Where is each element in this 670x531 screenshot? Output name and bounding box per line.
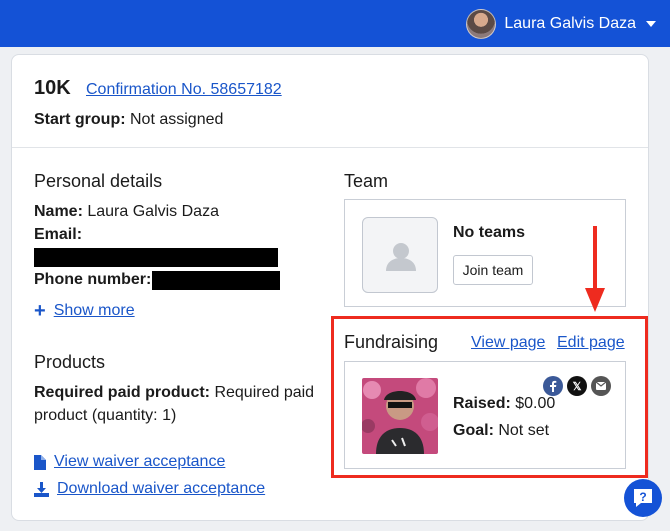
phone-redaction	[152, 271, 280, 290]
start-group: Start group: Not assigned	[34, 111, 223, 129]
join-team-button[interactable]: Join team	[453, 255, 533, 285]
show-more-label: Show more	[53, 302, 135, 319]
phone-label: Phone number:	[34, 271, 152, 288]
view-waiver-link[interactable]: View waiver acceptance	[34, 453, 225, 471]
products-title: Products	[34, 352, 106, 372]
user-name: Laura Galvis Daza	[504, 15, 636, 32]
user-placeholder-icon	[362, 217, 438, 293]
download-icon	[34, 481, 49, 497]
race-name: 10K	[34, 77, 71, 99]
svg-text:?: ?	[639, 490, 646, 504]
confirmation-link[interactable]: Confirmation No. 58657182	[86, 81, 346, 99]
plus-icon: +	[34, 300, 46, 322]
view-waiver-label: View waiver acceptance	[54, 453, 226, 470]
start-group-label: Start group:	[34, 111, 126, 128]
show-more-link[interactable]: + Show more	[34, 301, 135, 321]
product-row: Required paid product: Required paid pro…	[34, 381, 324, 427]
caret-down-icon	[646, 21, 656, 27]
top-bar: Laura Galvis Daza	[0, 0, 670, 47]
name-label: Name:	[34, 203, 83, 220]
phone-row: Phone number:	[34, 271, 151, 289]
user-menu[interactable]: Laura Galvis Daza	[466, 9, 656, 39]
team-box: No teams Join team	[344, 199, 626, 307]
arrow-down-icon	[585, 226, 605, 312]
fundraising-highlight	[331, 316, 648, 478]
name-row: Name: Laura Galvis Daza	[34, 203, 219, 221]
divider	[12, 147, 648, 148]
user-avatar	[466, 9, 497, 39]
name-value: Laura Galvis Daza	[87, 203, 219, 220]
email-row: Email:	[34, 226, 82, 244]
email-label: Email:	[34, 226, 83, 243]
download-waiver-link[interactable]: Download waiver acceptance	[34, 480, 265, 498]
download-waiver-label: Download waiver acceptance	[57, 480, 266, 497]
start-group-value: Not assigned	[130, 111, 224, 128]
no-teams-text: No teams	[453, 224, 526, 241]
document-icon	[34, 454, 46, 470]
help-icon[interactable]: ?	[624, 479, 662, 517]
personal-details-title: Personal details	[34, 171, 163, 191]
team-title: Team	[344, 171, 389, 191]
product-label: Required paid product:	[34, 384, 210, 401]
registration-header: 10K Confirmation No. 58657182	[34, 77, 282, 100]
email-redaction	[34, 248, 278, 267]
